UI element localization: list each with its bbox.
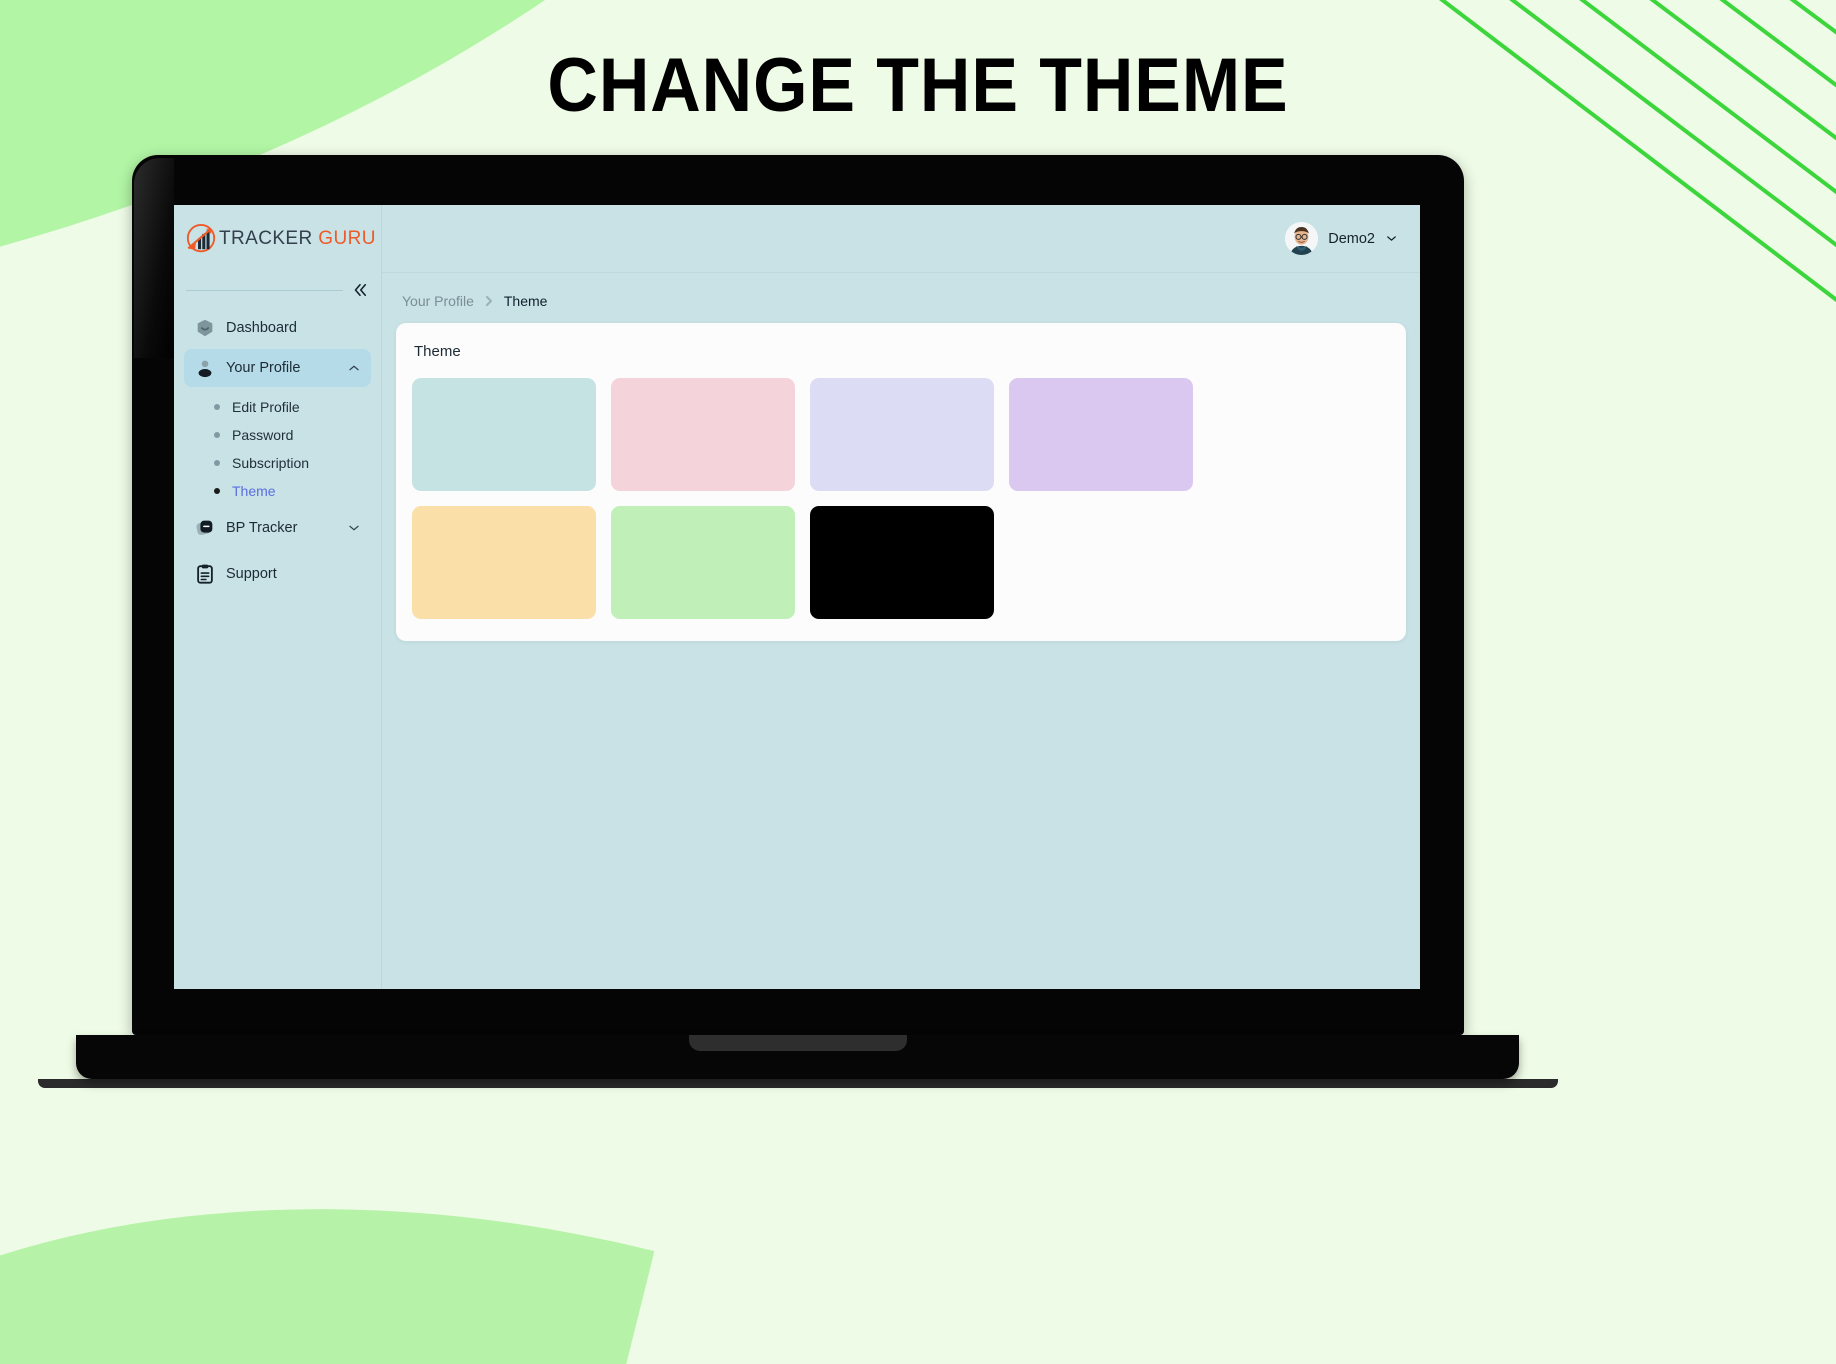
- sidebar-nav: Dashboard Your Profile Edit Profile Pass…: [174, 309, 381, 595]
- sidebar-subitem-label: Password: [232, 427, 294, 443]
- theme-card: Theme: [396, 323, 1406, 641]
- bp-tracker-icon: [196, 520, 213, 535]
- main-area: Demo2 Your Profile Theme Theme: [382, 205, 1420, 989]
- app-screen: TRACKER GURU Dashboard Your Profile Edit…: [174, 205, 1420, 989]
- sidebar-item-label: Support: [226, 566, 277, 582]
- sidebar-item-your-profile[interactable]: Your Profile: [184, 349, 371, 387]
- brand-text-accent: GURU: [318, 228, 376, 249]
- double-chevron-left-icon: [354, 283, 367, 297]
- bullet-icon: [214, 404, 220, 410]
- chevron-down-icon: [1387, 236, 1396, 241]
- sidebar-subitem-label: Edit Profile: [232, 399, 300, 415]
- theme-swatch-teal[interactable]: [412, 378, 596, 491]
- topbar: Demo2: [382, 205, 1420, 273]
- theme-swatch-pink[interactable]: [611, 378, 795, 491]
- theme-swatch-black[interactable]: [810, 506, 994, 619]
- breadcrumb-parent[interactable]: Your Profile: [402, 293, 474, 309]
- laptop-base: [76, 1035, 1519, 1079]
- dashboard-icon: [197, 319, 213, 337]
- sidebar-item-label: Your Profile: [226, 360, 301, 376]
- laptop-foot: [38, 1079, 1558, 1088]
- sidebar-divider: [186, 289, 343, 291]
- sidebar-subitem-theme[interactable]: Theme: [184, 477, 371, 505]
- sidebar-divider-row: [174, 273, 381, 309]
- profile-subnav: Edit Profile Password Subscription Theme: [184, 389, 371, 509]
- sidebar: TRACKER GURU Dashboard Your Profile Edit…: [174, 205, 382, 989]
- laptop-mockup: TRACKER GURU Dashboard Your Profile Edit…: [38, 155, 1558, 1088]
- brand-text: TRACKER GURU: [219, 228, 376, 250]
- breadcrumb: Your Profile Theme: [382, 273, 1420, 323]
- breadcrumb-current: Theme: [503, 293, 548, 309]
- user-menu[interactable]: Demo2: [1285, 222, 1398, 255]
- theme-swatch-lavender[interactable]: [810, 378, 994, 491]
- theme-swatch-grid: [412, 378, 1390, 619]
- sidebar-subitem-label: Theme: [232, 483, 276, 499]
- chevron-up-icon: [349, 365, 359, 371]
- chart-arrow-logo-icon: [186, 224, 216, 253]
- clipboard-icon: [197, 564, 213, 584]
- chevron-right-icon: [485, 296, 492, 306]
- sidebar-item-label: Dashboard: [226, 320, 297, 336]
- sidebar-subitem-subscription[interactable]: Subscription: [184, 449, 371, 477]
- bullet-icon: [214, 460, 220, 466]
- brand-logo-area[interactable]: TRACKER GURU: [174, 205, 381, 273]
- brand-text-primary: TRACKER: [219, 228, 313, 249]
- avatar: [1285, 222, 1319, 255]
- laptop-lid: TRACKER GURU Dashboard Your Profile Edit…: [132, 155, 1464, 1035]
- sidebar-collapse-button[interactable]: [351, 281, 369, 299]
- theme-swatch-green[interactable]: [611, 506, 795, 619]
- bullet-icon: [214, 488, 220, 494]
- sidebar-subitem-edit-profile[interactable]: Edit Profile: [184, 393, 371, 421]
- sidebar-subitem-password[interactable]: Password: [184, 421, 371, 449]
- theme-card-title: Theme: [414, 343, 461, 360]
- sidebar-subitem-label: Subscription: [232, 455, 310, 471]
- theme-swatch-orange[interactable]: [412, 506, 596, 619]
- theme-swatch-purple[interactable]: [1009, 378, 1193, 491]
- bullet-icon: [214, 432, 220, 438]
- user-icon: [198, 360, 212, 378]
- user-avatar-icon: [1285, 222, 1319, 255]
- content-area: Theme: [382, 323, 1420, 641]
- poster-title: CHANGE THE THEME: [547, 43, 1289, 128]
- sidebar-item-label: BP Tracker: [226, 520, 298, 536]
- user-name: Demo2: [1328, 230, 1375, 247]
- sidebar-item-support[interactable]: Support: [184, 555, 371, 593]
- chevron-down-icon: [349, 525, 359, 531]
- sidebar-item-bp-tracker[interactable]: BP Tracker: [184, 509, 371, 547]
- sidebar-item-dashboard[interactable]: Dashboard: [184, 309, 371, 347]
